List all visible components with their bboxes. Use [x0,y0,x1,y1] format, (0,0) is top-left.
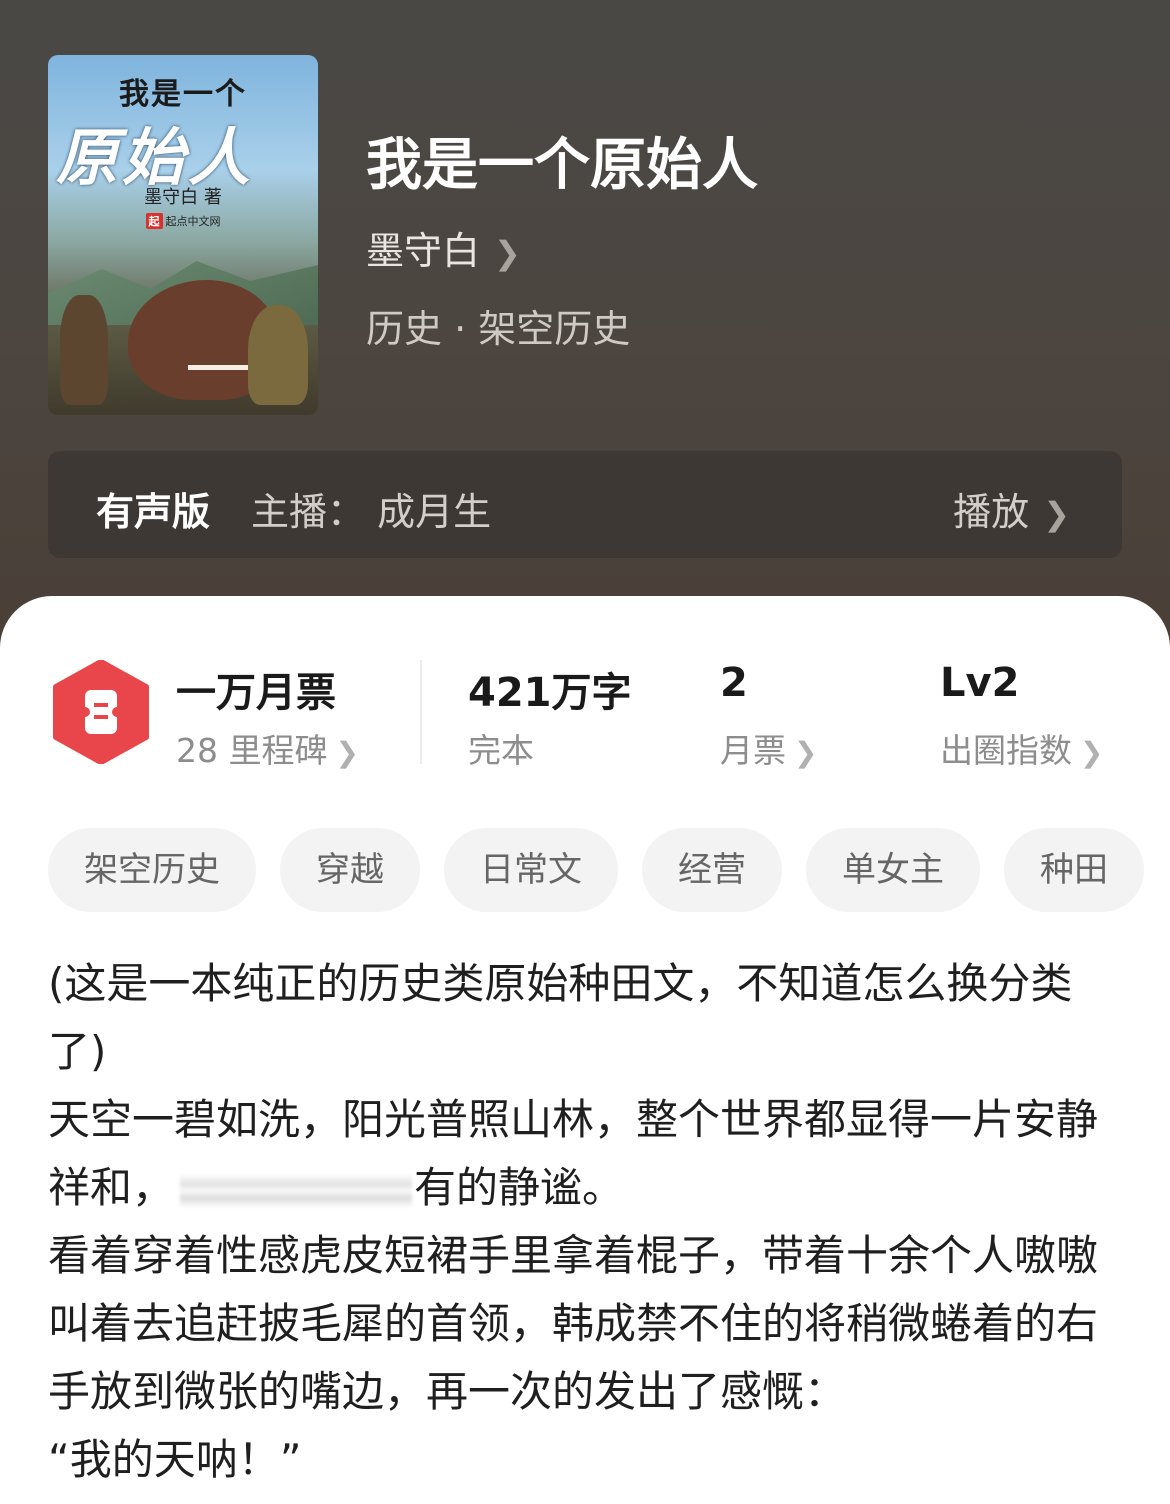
audio-host: 主播： 成月生 [251,490,492,534]
tag-chip[interactable]: 日常文 [444,828,618,912]
blurred-text [180,1173,413,1208]
audio-label: 有声版 [96,490,211,534]
cover-author: 墨守白 著 [144,187,222,208]
popularity-index-label: 出圈指数 [940,731,1072,770]
book-title: 我是一个原始人 [366,133,758,198]
chevron-right-icon: ❯ [335,736,359,769]
milestone-count: 28 里程碑 [176,731,328,770]
book-category: 历史 · 架空历史 [366,307,631,351]
tag-chip[interactable]: 穿越 [280,828,420,912]
chevron-right-icon: ❯ [1043,495,1070,533]
description-paragraph: “我的天呐！” [48,1435,302,1484]
completion-status: 完本 [468,731,534,770]
chevron-right-icon: ❯ [1080,736,1104,769]
popularity-level: Lv2 [940,660,1020,706]
stats-divider [420,660,422,764]
author-link[interactable]: 墨守白 ❯ [366,220,521,275]
description-text: 有的静谧。 [414,1163,625,1212]
publisher-logo: 起 [145,213,163,229]
tag-list: 架空历史 穿越 日常文 经营 单女主 种田 [48,828,1146,914]
monthly-ticket-badge-icon[interactable] [52,660,150,764]
tag-chip[interactable]: 经营 [642,828,782,912]
milestone-link[interactable]: 28 里程碑 ❯ [176,724,359,772]
monthly-ticket-link[interactable]: 月票 ❯ [720,724,817,772]
cover-publisher: 起起点中文网 [48,213,318,229]
book-cover[interactable]: 我是一个 原始人 墨守白 著 起起点中文网 [48,55,318,415]
tag-chip[interactable]: 架空历史 [48,828,256,912]
description-paragraph: (这是一本纯正的历史类原始种田文，不知道怎么换分类了) [48,959,1073,1076]
author-name: 墨守白 [366,229,481,273]
tag-chip[interactable]: 单女主 [806,828,980,912]
chevron-right-icon: ❯ [794,736,818,769]
cover-figure [60,295,108,405]
play-button[interactable]: 播放 ❯ [953,481,1070,536]
cover-figure [248,305,308,405]
description-paragraph: 看着穿着性感虎皮短裙手里拿着棍子，带着十余个人嗷嗷叫着去追赶披毛犀的首领，韩成禁… [48,1231,1099,1416]
popularity-index-link[interactable]: 出圈指数 ❯ [940,724,1103,772]
milestone-title: 一万月票 [176,670,336,716]
publisher-name: 起点中文网 [165,215,221,228]
chevron-right-icon: ❯ [494,234,521,272]
play-label: 播放 [953,490,1030,534]
audio-version-bar[interactable]: 有声版 主播： 成月生 播放 ❯ [48,451,1122,558]
description-paragraph: 天空一碧如洗，阳光普照山林，整个世界都显得一片安静祥和， 有的静谧。 [48,1086,1128,1222]
monthly-ticket-label: 月票 [720,731,786,770]
book-description[interactable]: (这是一本纯正的历史类原始种田文，不知道怎么换分类了) 天空一碧如洗，阳光普照山… [48,950,1128,1494]
monthly-ticket-count: 2 [720,660,748,706]
tag-chip[interactable]: 种田 [1004,828,1144,912]
word-count: 421万字 [468,670,632,716]
